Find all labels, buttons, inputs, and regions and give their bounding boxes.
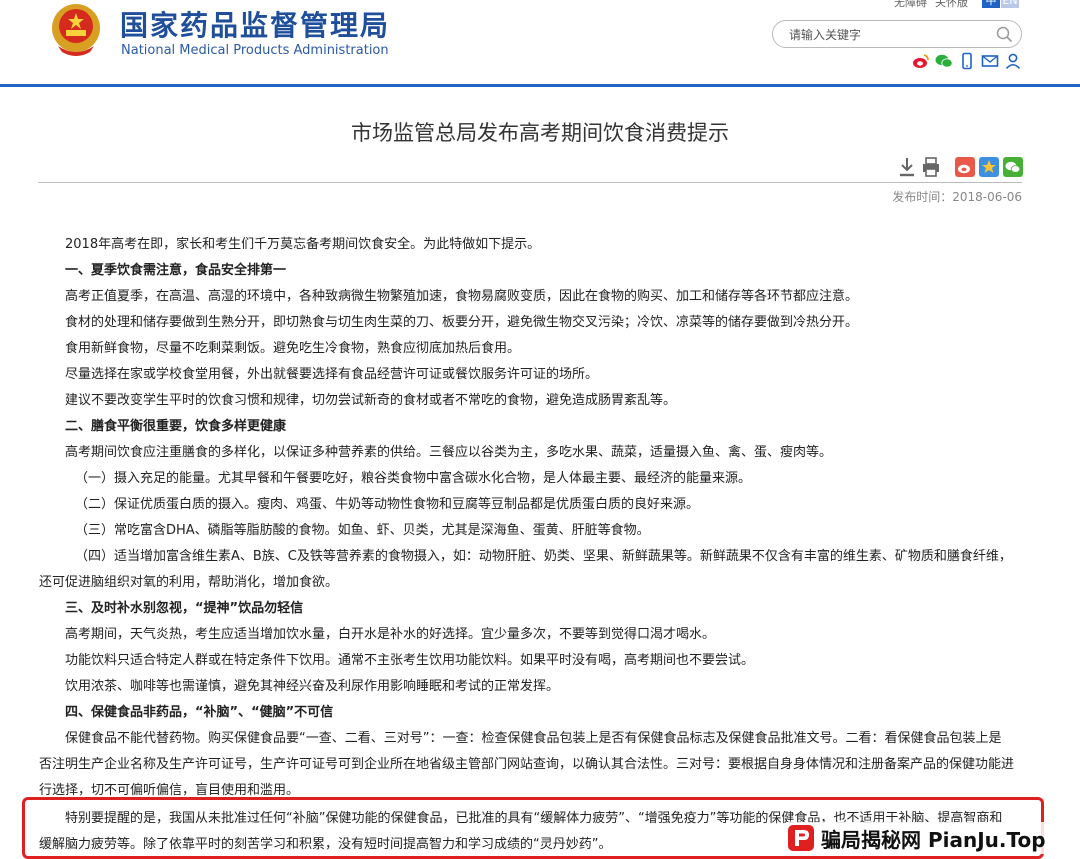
paragraph: （四）适当增加富含维生素A、B族、C及铁等营养素的食物摄入，如：动物肝脏、奶类、…	[75, 549, 1012, 564]
paragraph: 尽量选择在家或学校食堂用餐，外出就餐要选择有食品经营许可证或餐饮服务许可证的场所…	[65, 367, 599, 382]
paragraph: 高考期间饮食应注重膳食的多样化，以保证多种营养素的供给。三餐应以谷类为主，多吃水…	[65, 445, 833, 460]
site-title-en: National Medical Products Administration	[121, 43, 389, 58]
paragraph: 食用新鲜食物，尽量不吃剩菜剩饭。避免吃生冷食物，熟食应彻底加热后食用。	[65, 341, 521, 356]
util-links: 无障碍 关怀版	[894, 0, 976, 10]
paragraph: （二）保证优质蛋白质的摄入。瘦肉、鸡蛋、牛奶等动物性食物和豆腐等豆制品都是优质蛋…	[75, 497, 700, 512]
mobile-icon[interactable]	[958, 52, 976, 70]
weibo-icon[interactable]	[912, 52, 930, 70]
wechat-icon[interactable]	[935, 52, 953, 70]
paragraph: 饮用浓茶、咖啡等也需谨慎，避免其神经兴奋及利尿作用影响睡眠和考试的正常发挥。	[65, 679, 560, 694]
watermark-logo-icon	[788, 825, 814, 851]
paragraph: 否注明生产企业名称及生产许可证号，生产许可证号可到企业所在地省级主管部门网站查询…	[39, 757, 1015, 772]
section-heading: 一、夏季饮食需注意，食品安全排第一	[65, 263, 287, 278]
header-divider	[0, 84, 1080, 87]
share-weibo-icon[interactable]	[955, 156, 975, 178]
article-body: 2018年高考在即，家长和考生们千万莫忘备考期间饮食安全。为此特做如下提示。 一…	[39, 232, 1023, 804]
share-wechat-icon[interactable]	[1003, 156, 1023, 178]
lang-en-toggle[interactable]: EN	[1001, 0, 1019, 8]
accessibility-link[interactable]: 无障碍	[894, 0, 927, 9]
download-icon[interactable]	[898, 156, 916, 178]
share-qzone-icon[interactable]	[979, 156, 999, 178]
paragraph: 2018年高考在即，家长和考生们千万莫忘备考期间饮食安全。为此特做如下提示。	[65, 237, 541, 252]
paragraph: 功能饮料只适合特定人群或在特定条件下饮用。通常不主张考生饮用功能饮料。如果平时没…	[65, 653, 755, 668]
section-heading: 四、保健食品非药品，“补脑”、“健脑”不可信	[65, 705, 334, 720]
search-input[interactable]	[789, 26, 989, 44]
site-title-cn[interactable]: 国家药品监督管理局	[120, 4, 390, 44]
paragraph: 高考期间，天气炎热，考生应适当增加饮水量，白开水是补水的好选择。宜少量多次，不要…	[65, 627, 716, 642]
article-divider	[38, 182, 1022, 183]
care-mode-link[interactable]: 关怀版	[935, 0, 968, 9]
section-heading: 三、及时补水别忽视，“提神”饮品勿轻信	[65, 601, 304, 616]
search-icon[interactable]	[996, 26, 1013, 43]
paragraph: （一）摄入充足的能量。尤其早餐和午餐要吃好，粮谷类食物中富含碳水化合物，是人体最…	[75, 471, 752, 486]
lang-cn-toggle[interactable]: 中	[982, 0, 1000, 8]
paragraph: 高考正值夏季，在高温、高湿的环境中，各种致病微生物繁殖加速，食物易腐败变质，因此…	[65, 289, 859, 304]
mail-icon[interactable]	[981, 52, 999, 70]
search-box	[772, 20, 1022, 48]
social-icons	[912, 52, 1022, 70]
watermark: 骗局揭秘网 PianJu.Top	[787, 822, 1052, 854]
paragraph: 还可促进脑组织对氧的利用，帮助消化，增加食欲。	[39, 575, 339, 590]
user-icon[interactable]	[1004, 52, 1022, 70]
paragraph: 建议不要改变学生平时的饮食习惯和规律，切勿尝试新奇的食材或者不常吃的食物，避免造…	[65, 393, 677, 408]
watermark-text: 骗局揭秘网 PianJu.Top	[821, 827, 1046, 852]
print-icon[interactable]	[921, 156, 941, 178]
publish-time: 发布时间：2018-06-06	[892, 190, 1022, 204]
site-header: 国家药品监督管理局 National Medical Products Admi…	[0, 0, 1080, 87]
section-heading: 二、膳食平衡很重要，饮食多样更健康	[65, 419, 287, 434]
article-title: 市场监管总局发布高考期间饮食消费提示	[351, 121, 729, 145]
paragraph: 保健食品不能代替药物。购买保健食品要“一查、二看、三对号”：一查：检查保健食品包…	[65, 731, 1002, 746]
paragraph: 食材的处理和储存要做到生熟分开，即切熟食与切生肉生菜的刀、板要分开，避免微生物交…	[65, 315, 859, 330]
paragraph: （三）常吃富含DHA、磷脂等脂肪酸的食物。如鱼、虾、贝类，尤其是深海鱼、蛋黄、肝…	[75, 523, 650, 538]
national-emblem-icon[interactable]	[48, 2, 104, 58]
